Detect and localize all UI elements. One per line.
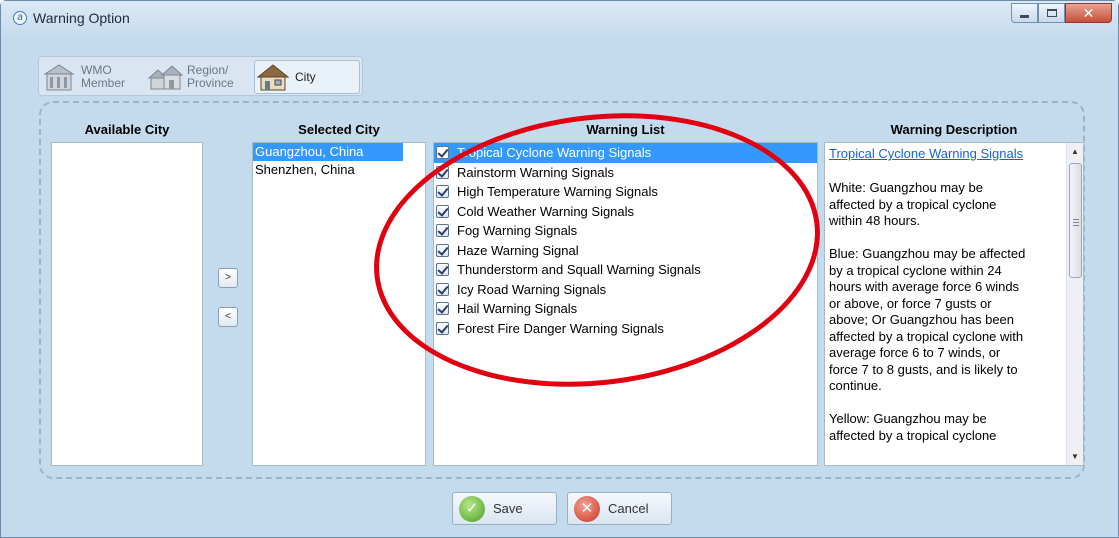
- warning-list[interactable]: Tropical Cyclone Warning Signals Rainsto…: [433, 142, 818, 466]
- warning-label: Hail Warning Signals: [457, 301, 578, 316]
- description-text: White: Guangzhou may be affected by a tr…: [829, 180, 1026, 443]
- warning-label: High Temperature Warning Signals: [457, 184, 658, 199]
- warning-label: Fog Warning Signals: [457, 223, 578, 238]
- warning-label: Haze Warning Signal: [457, 242, 579, 258]
- maximize-icon: [1046, 9, 1057, 17]
- maximize-button[interactable]: [1038, 3, 1065, 23]
- warning-item-haze[interactable]: Haze Warning Signal: [434, 241, 817, 261]
- tab-label: WMO Member: [81, 63, 126, 90]
- scroll-up-arrow-icon[interactable]: ▲: [1067, 143, 1083, 160]
- warning-item-tropical-cyclone[interactable]: Tropical Cyclone Warning Signals: [434, 143, 817, 163]
- checkbox[interactable]: [436, 302, 449, 316]
- cancel-x-icon: ✕: [574, 495, 600, 522]
- warning-label: Forest Fire Danger Warning Signals: [457, 320, 664, 336]
- checkbox[interactable]: [436, 243, 449, 257]
- tab-region-province[interactable]: Region/ Province: [147, 60, 251, 94]
- warning-item-cold-weather[interactable]: Cold Weather Warning Signals: [434, 202, 817, 222]
- warning-item-hail[interactable]: Hail Warning Signals: [434, 299, 817, 319]
- minimize-button[interactable]: [1011, 3, 1038, 23]
- app-icon: a: [13, 11, 27, 25]
- building-icon: [43, 64, 75, 91]
- window-title: Warning Option: [33, 10, 130, 26]
- title-bar[interactable]: a Warning Option ✕: [1, 1, 1118, 35]
- remove-city-button[interactable]: <: [218, 307, 238, 327]
- close-icon: ✕: [1082, 4, 1095, 21]
- warning-label: Cold Weather Warning Signals: [457, 203, 635, 219]
- description-title-link[interactable]: Tropical Cyclone Warning Signals: [825, 143, 1083, 162]
- add-city-button[interactable]: >: [218, 268, 238, 288]
- warning-label: Rainstorm Warning Signals: [457, 164, 615, 180]
- close-button[interactable]: ✕: [1065, 3, 1112, 23]
- tab-label: Region/ Province: [187, 63, 234, 90]
- city-house-icon: [256, 64, 290, 91]
- selected-city-header: Selected City: [298, 122, 380, 137]
- warning-list-header: Warning List: [586, 122, 665, 137]
- warning-label: Thunderstorm and Squall Warning Signals: [457, 262, 701, 277]
- checkbox[interactable]: [436, 204, 449, 218]
- cancel-button[interactable]: ✕ Cancel: [567, 492, 672, 525]
- cancel-label: Cancel: [608, 501, 649, 516]
- checkbox[interactable]: [436, 146, 449, 160]
- warning-label: Tropical Cyclone Warning Signals: [457, 145, 652, 160]
- selected-city-list[interactable]: Guangzhou, China Shenzhen, China: [252, 142, 426, 466]
- warning-item-thunderstorm-squall[interactable]: Thunderstorm and Squall Warning Signals: [434, 260, 817, 280]
- tab-city[interactable]: City: [254, 60, 360, 94]
- checkbox[interactable]: [436, 185, 449, 199]
- description-scrollbar[interactable]: ▲ ▼: [1066, 143, 1083, 465]
- houses-icon: [147, 65, 183, 90]
- tab-wmo-member[interactable]: WMO Member: [41, 60, 145, 94]
- warning-item-high-temperature[interactable]: High Temperature Warning Signals: [434, 182, 817, 202]
- tab-label: City: [295, 69, 316, 84]
- window-controls: ✕: [1011, 3, 1112, 23]
- checkbox[interactable]: [436, 263, 449, 277]
- warning-label: Icy Road Warning Signals: [457, 281, 607, 297]
- save-button[interactable]: ✓ Save: [452, 492, 557, 525]
- checkbox[interactable]: [436, 282, 449, 296]
- list-item[interactable]: Shenzhen, China: [253, 161, 425, 179]
- checkmark-icon: ✓: [459, 495, 485, 522]
- warning-item-forest-fire[interactable]: Forest Fire Danger Warning Signals: [434, 319, 817, 339]
- available-city-list[interactable]: [51, 142, 203, 466]
- warning-description-panel[interactable]: Tropical Cyclone Warning Signals White: …: [824, 142, 1084, 466]
- save-label: Save: [493, 501, 523, 516]
- warning-item-icy-road[interactable]: Icy Road Warning Signals: [434, 280, 817, 300]
- checkbox[interactable]: [436, 321, 449, 335]
- scroll-down-arrow-icon[interactable]: ▼: [1067, 448, 1083, 465]
- warning-item-rainstorm[interactable]: Rainstorm Warning Signals: [434, 163, 817, 183]
- warning-description-header: Warning Description: [890, 122, 1018, 137]
- scroll-thumb[interactable]: [1069, 163, 1082, 278]
- checkbox[interactable]: [436, 224, 449, 238]
- checkbox[interactable]: [436, 165, 449, 179]
- warning-option-window: a Warning Option ✕ WMO Member Region/ Pr…: [0, 0, 1119, 538]
- warning-item-fog[interactable]: Fog Warning Signals: [434, 221, 817, 241]
- minimize-icon: [1020, 14, 1029, 18]
- list-item[interactable]: Guangzhou, China: [253, 143, 403, 161]
- scope-tab-bar: WMO Member Region/ Province City: [38, 56, 363, 96]
- grip-icon: [1073, 219, 1079, 220]
- available-city-header: Available City: [84, 122, 170, 137]
